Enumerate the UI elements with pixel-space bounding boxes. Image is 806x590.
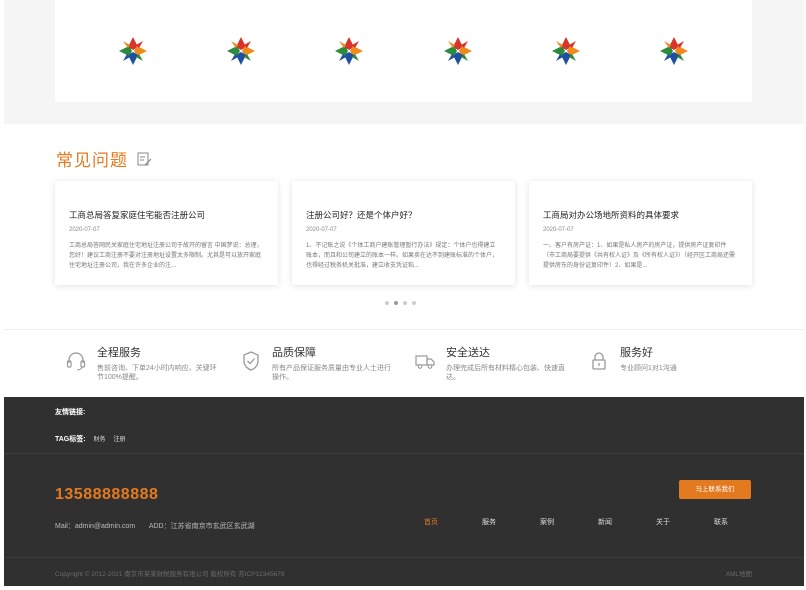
contact-phone: 13588888888 <box>55 486 159 503</box>
contact-us-button[interactable]: 马上联系我们 <box>679 480 751 499</box>
service-title: 全程服务 <box>97 347 141 359</box>
service-item: 全程服务 售前咨询、下单24小时内响应、关键环节100%提醒。 <box>65 340 217 382</box>
service-desc: 办理完成后所有材料精心包装、快速直达。 <box>446 365 565 381</box>
faq-question[interactable]: 工商局对办公场地所资料的具体要求 <box>543 209 738 221</box>
contact-mail: Mail：admin@admin.com <box>55 523 136 530</box>
service-features: 全程服务 售前咨询、下单24小时内响应、关键环节100%提醒。 品质保障 所有产… <box>60 340 750 390</box>
site-footer: 友情链接: TAG标签: 财务 注册 13588888888 Mail：admi… <box>4 397 804 586</box>
service-desc: 售前咨询、下单24小时内响应、关键环节100%提醒。 <box>97 365 217 381</box>
faq-list: 工商总局答复家庭住宅能否注册公司 2020-07-07 工商总局答网民关家庭住宅… <box>55 181 752 285</box>
service-title: 品质保障 <box>272 347 316 359</box>
sitemap-link[interactable]: XML地图 <box>726 568 752 578</box>
partner-logo-mark <box>119 37 148 65</box>
footer-nav-news[interactable]: 新闻 <box>598 517 656 527</box>
faq-question[interactable]: 工商总局答复家庭住宅能否注册公司 <box>69 209 264 221</box>
partner-logos-card <box>55 0 752 102</box>
contact-info: Mail：admin@admin.com ADD：江苏省南京市玄武区玄武湖 <box>55 521 267 531</box>
footer-nav: 首页 服务 案例 新闻 关于 联系 <box>424 517 772 527</box>
service-item: 安全送达 办理完成后所有材料精心包装、快速直达。 <box>414 340 566 382</box>
tag-link[interactable]: 财务 <box>94 437 106 443</box>
faq-excerpt: 1、不记账之说《个体工商户建账管理暂行办法》规定：个体户也得建立账本，而且和公司… <box>306 243 499 269</box>
carousel-dot[interactable] <box>403 301 407 305</box>
service-desc: 专业顾问1对1沟通 <box>620 365 677 372</box>
partner-logo[interactable] <box>329 31 369 71</box>
service-title: 服务好 <box>620 347 653 359</box>
partner-logo[interactable] <box>546 31 586 71</box>
faq-card[interactable]: 注册公司好？还是个体户好？ 2020-07-07 1、不记账之说《个体工商户建账… <box>292 181 515 285</box>
service-desc: 所有产品保证服务质量由专业人士进行操作。 <box>272 365 391 381</box>
headset-icon <box>66 352 86 371</box>
partner-logo[interactable] <box>113 31 153 71</box>
service-title: 安全送达 <box>446 347 490 359</box>
tag-link[interactable]: 注册 <box>114 437 126 443</box>
footer-nav-cases[interactable]: 案例 <box>540 517 598 527</box>
faq-excerpt: 一、客户有房产证：1、如果是私人房产的房产证，提供房产证复印件（市工商局要提供《… <box>543 243 736 269</box>
partner-logo[interactable] <box>221 31 261 71</box>
friend-links-label: 友情链接: <box>55 409 86 416</box>
tags-label: TAG标签: <box>55 436 86 443</box>
divider <box>4 329 804 330</box>
carousel-dots <box>385 301 416 305</box>
faq-question[interactable]: 注册公司好？还是个体户好？ <box>306 209 501 221</box>
partner-logo-mark <box>335 37 364 65</box>
copyright-text: Copyright © 2012-2021 南京市某某财税服务有限公司 版权所有… <box>55 571 285 578</box>
truck-icon <box>415 355 435 369</box>
partner-logo-mark <box>659 37 688 65</box>
service-item: 服务好 专业顾问1对1沟通 <box>588 340 740 373</box>
carousel-dot-active[interactable] <box>394 301 398 305</box>
faq-date: 2020-07-07 <box>69 227 100 233</box>
footer-divider <box>4 453 804 454</box>
faq-date: 2020-07-07 <box>306 227 337 233</box>
service-item: 品质保障 所有产品保证服务质量由专业人士进行操作。 <box>240 340 392 382</box>
partner-logo-mark <box>227 37 256 65</box>
faq-card[interactable]: 工商局对办公场地所资料的具体要求 2020-07-07 一、客户有房产证：1、如… <box>529 181 752 285</box>
faq-title: 常见问题 <box>56 151 128 170</box>
edit-icon <box>137 152 152 165</box>
footer-nav-contact[interactable]: 联系 <box>714 517 772 527</box>
faq-heading: 常见问题 <box>56 146 152 171</box>
contact-address: ADD：江苏省南京市玄武区玄武湖 <box>148 523 255 530</box>
faq-card[interactable]: 工商总局答复家庭住宅能否注册公司 2020-07-07 工商总局答网民关家庭住宅… <box>55 181 278 285</box>
partner-logo[interactable] <box>438 31 478 71</box>
partner-logos-section <box>4 0 804 124</box>
tag-row: TAG标签: 财务 注册 <box>55 434 126 444</box>
lock-icon <box>592 352 606 370</box>
carousel-dot[interactable] <box>385 301 389 305</box>
carousel-dot[interactable] <box>412 301 416 305</box>
partner-logo-mark <box>551 37 580 65</box>
faq-excerpt: 工商总局答网民关家庭住宅地址注册公司于故开的留言 中国梦说：总理，您好！建议工商… <box>69 243 263 269</box>
faq-date: 2020-07-07 <box>543 227 574 233</box>
footer-nav-home[interactable]: 首页 <box>424 517 482 527</box>
partner-logo-mark <box>443 37 472 65</box>
partner-logo[interactable] <box>654 31 694 71</box>
footer-nav-services[interactable]: 服务 <box>482 517 540 527</box>
footer-divider <box>4 557 804 558</box>
shield-check-icon <box>243 351 259 371</box>
footer-nav-about[interactable]: 关于 <box>656 517 714 527</box>
